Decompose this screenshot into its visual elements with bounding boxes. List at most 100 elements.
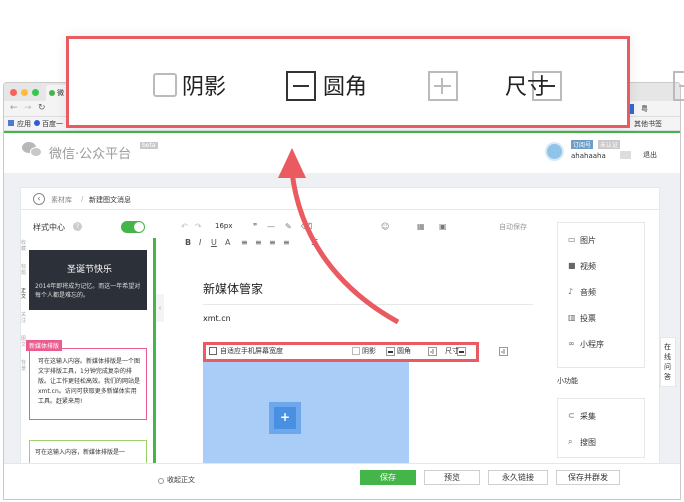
style-category-tabs: 收藏 标题 正文 关注 图文 背景 (21, 240, 29, 390)
style-card-tag[interactable]: 新媒体排版 可在这输入内容。新媒体排版是一个图文字排版工具，1分钟完成复杂的排版… (26, 340, 147, 420)
undo-icon[interactable]: ↶ (181, 222, 188, 231)
feature-collect[interactable]: 采集 (580, 411, 596, 422)
insert-miniprogram[interactable]: 小程序 (580, 339, 604, 350)
back-arrow-icon[interactable]: ‹ (33, 193, 45, 205)
zoom-size-label: 尺寸 (505, 75, 550, 100)
browser-tab[interactable]: 微 (46, 85, 68, 101)
tag-card-body: 可在这输入内容。新媒体排版是一个图文字排版工具，1分钟完成复杂的排版。让工作更轻… (38, 358, 141, 405)
close-window-icon[interactable] (10, 89, 17, 96)
zoom-shadow-checkbox[interactable] (153, 73, 177, 97)
align-left-icon[interactable]: ≡ (241, 238, 248, 247)
tab-body[interactable]: 正文 (21, 288, 29, 300)
font-color-icon[interactable]: A (225, 238, 230, 247)
zoom-radius-minus-icon[interactable] (286, 71, 316, 101)
insert-panel: ▭ 图片 ■ 视频 ♪ 音频 ▥ 投票 ∞ 小程序 (557, 222, 645, 368)
logo-text[interactable]: 微信·公众平台 (49, 143, 131, 162)
mini-features-panel: ⊂ 采集 ⌕ 搜图 (557, 398, 645, 458)
permalink-button[interactable]: 永久链接 (488, 470, 548, 485)
insert-audio[interactable]: 音频 (580, 287, 596, 298)
christmas-title: 圣诞节快乐 (67, 265, 113, 275)
collapse-body-link[interactable]: 收起正文 (167, 475, 195, 485)
forward-icon[interactable]: → (24, 103, 32, 113)
redo-icon[interactable]: ↷ (195, 222, 202, 231)
christmas-body: 2014年即将成为记忆。而这一年希望对每个人都是难忘的。 (35, 283, 141, 299)
tab-heading[interactable]: 标题 (21, 264, 29, 276)
image-icon: ▭ (568, 235, 576, 244)
breadcrumb-separator: / (81, 195, 84, 203)
maximize-window-icon[interactable] (32, 89, 39, 96)
search-icon: ⌕ (568, 437, 573, 446)
logout-link[interactable]: 退出 (643, 150, 657, 160)
username: ahahaaha (571, 152, 606, 160)
tag-label: 新媒体排版 (26, 340, 63, 351)
style-card-christmas[interactable]: 圣诞节快乐 2014年即将成为记忆。而这一年希望对每个人都是难忘的。 (29, 250, 147, 310)
zoom-callout: 阴影 圆角 尺寸 (66, 36, 684, 128)
size-plus-icon[interactable] (498, 347, 508, 356)
adapt-label: 自适应手机屏幕宽度 (220, 347, 283, 355)
font-size-select[interactable]: 16px (215, 222, 233, 230)
shadow-label: 阴影 (362, 347, 376, 355)
message-icon[interactable] (620, 151, 631, 159)
beta-badge: beta (140, 142, 158, 149)
article-title[interactable]: 新媒体管家 (203, 280, 263, 297)
article-content[interactable]: xmt.cn (203, 314, 231, 323)
minimize-window-icon[interactable] (21, 89, 28, 96)
insert-vote[interactable]: 投票 (580, 313, 596, 324)
panel-scrollbar[interactable] (153, 238, 156, 486)
tab-follow[interactable]: 关注 (21, 312, 29, 324)
preview-button[interactable]: 预览 (424, 470, 480, 485)
back-icon[interactable]: ← (10, 103, 18, 113)
feature-search-image[interactable]: 搜图 (580, 437, 596, 448)
green-card-body: 可在这输入内容，新媒体排版是一 (35, 449, 126, 456)
help-icon[interactable]: ? (73, 222, 82, 231)
collapse-icon (158, 478, 164, 484)
radius-plus-icon[interactable] (427, 347, 437, 356)
style-center-toggle[interactable] (121, 221, 145, 233)
save-and-send-button[interactable]: 保存并群发 (556, 470, 620, 485)
bookmark-others[interactable]: 其他书签 (634, 119, 662, 129)
zoom-radius-plus-icon[interactable] (427, 71, 458, 101)
apps-icon (8, 120, 14, 126)
online-help-tab[interactable]: 在线问答 (660, 337, 676, 387)
vote-icon: ▥ (568, 313, 576, 322)
online-help-label: 在线问答 (664, 343, 671, 381)
miniprogram-icon: ∞ (568, 339, 575, 348)
radius-minus-icon[interactable] (386, 347, 395, 356)
baidu-icon (34, 120, 40, 126)
zoom-radius-label: 圆角 (323, 75, 368, 100)
tab-background[interactable]: 背景 (21, 360, 29, 372)
avatar[interactable] (545, 142, 564, 161)
size-label: 尺寸 (445, 347, 459, 355)
account-type-badge: 订阅号 (571, 140, 594, 149)
insert-video[interactable]: 视频 (580, 261, 596, 272)
highlight-arrow (278, 148, 400, 325)
italic-icon[interactable]: I (199, 238, 201, 247)
radius-label: 圆角 (397, 347, 411, 355)
audio-icon: ♪ (568, 287, 574, 296)
style-center-title: 样式中心 (33, 223, 65, 232)
video-icon: ■ (568, 261, 576, 270)
zoom-shadow-label: 阴影 (182, 75, 227, 100)
underline-icon[interactable]: U (211, 238, 217, 247)
collect-icon: ⊂ (568, 411, 575, 420)
adapt-checkbox[interactable] (209, 347, 217, 355)
tab-label: 微 (57, 89, 64, 97)
autosave-label: 自动保存 (499, 223, 527, 231)
breadcrumb-parent[interactable]: 素材库 (51, 195, 72, 205)
bold-icon[interactable]: B (185, 238, 191, 247)
collapse-panel-handle[interactable]: ‹ (156, 294, 164, 322)
image-placeholder-icon: + (269, 402, 301, 434)
shadow-checkbox[interactable] (352, 347, 360, 355)
bookmark-baidu[interactable]: 百度一 (42, 119, 63, 129)
quote-icon[interactable]: ❞ (253, 222, 257, 231)
tab-favorites[interactable]: 收藏 (21, 240, 29, 252)
zoom-size-plus-icon[interactable] (672, 71, 684, 101)
reload-icon[interactable]: ↻ (38, 103, 46, 113)
bookmark-apps[interactable]: 应用 (17, 119, 31, 129)
breadcrumb-current: 新建图文消息 (89, 196, 131, 204)
insert-image[interactable]: 图片 (580, 235, 596, 246)
save-button[interactable]: 保存 (360, 470, 416, 485)
align-center-icon[interactable]: ≡ (255, 238, 262, 247)
profile-icon[interactable]: 粤 (641, 104, 648, 114)
code-icon[interactable]: ▣ (439, 222, 447, 231)
